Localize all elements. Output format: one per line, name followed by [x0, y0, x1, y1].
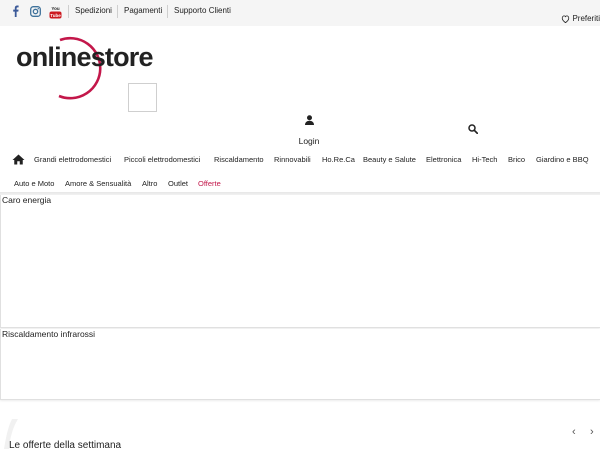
facebook-icon[interactable]	[10, 4, 20, 18]
login-label: Login	[298, 136, 320, 146]
favorites-link[interactable]: Preferiti	[561, 14, 600, 23]
divider	[68, 5, 69, 18]
empty-placeholder-box	[128, 83, 157, 112]
banner-caro-energia[interactable]: Caro energia	[0, 195, 600, 328]
topbar-link-support[interactable]: Supporto Clienti	[174, 6, 231, 15]
divider	[117, 5, 118, 18]
nav-item-outlet[interactable]: Outlet	[168, 179, 188, 188]
logo-text: onlinestore	[16, 42, 154, 72]
carousel-next-button[interactable]: ›	[590, 426, 594, 438]
nav-item-giardino-bbq[interactable]: Giardino e BBQ	[536, 155, 589, 164]
user-icon	[304, 115, 314, 125]
nav-item-brico[interactable]: Brico	[508, 155, 525, 164]
svg-text:You: You	[51, 6, 59, 11]
nav-item-horeca[interactable]: Ho.Re.Ca	[322, 155, 355, 164]
nav-item-altro[interactable]: Altro	[142, 179, 157, 188]
nav-item-auto-moto[interactable]: Auto e Moto	[14, 179, 54, 188]
search-icon	[468, 124, 479, 135]
banner-riscaldamento-infrarossi[interactable]: Riscaldamento infrarossi	[0, 329, 600, 400]
favorites-label: Preferiti	[572, 14, 600, 23]
nav-item-beauty-salute[interactable]: Beauty e Salute	[363, 155, 416, 164]
svg-text:Tube: Tube	[50, 13, 61, 18]
nav-item-amore-sensualita[interactable]: Amore & Sensualità	[65, 179, 131, 188]
topbar-link-shipping[interactable]: Spedizioni	[75, 6, 112, 15]
nav-item-rinnovabili[interactable]: Rinnovabili	[274, 155, 311, 164]
heart-icon	[562, 15, 570, 23]
youtube-icon[interactable]: You Tube	[48, 4, 62, 20]
nav-item-hi-tech[interactable]: Hi-Tech	[472, 155, 497, 164]
offers-heading: Le offerte della settimana	[9, 440, 122, 450]
top-utility-bar: You Tube Spedizioni Pagamenti Supporto Cl…	[0, 0, 600, 26]
onlinestore-logo[interactable]: onlinestore	[16, 30, 154, 102]
banner-title: Riscaldamento infrarossi	[2, 329, 96, 339]
topbar-link-payments[interactable]: Pagamenti	[124, 6, 162, 15]
nav-item-elettronica[interactable]: Elettronica	[426, 155, 461, 164]
carousel-prev-button[interactable]: ‹	[572, 426, 576, 438]
nav-item-piccoli-elettrodomestici[interactable]: Piccoli elettrodomestici	[124, 155, 200, 164]
login-button[interactable]: Login	[292, 112, 326, 146]
search-button[interactable]	[468, 121, 480, 135]
instagram-icon[interactable]	[29, 4, 41, 18]
main-navigation: Grandi elettrodomestici Piccoli elettrod…	[0, 146, 600, 194]
banner-title: Caro energia	[2, 195, 52, 205]
nav-item-grandi-elettrodomestici[interactable]: Grandi elettrodomestici	[34, 155, 111, 164]
nav-item-riscaldamento[interactable]: Riscaldamento	[214, 155, 264, 164]
nav-item-offerte[interactable]: Offerte	[198, 179, 221, 188]
divider	[167, 5, 168, 18]
